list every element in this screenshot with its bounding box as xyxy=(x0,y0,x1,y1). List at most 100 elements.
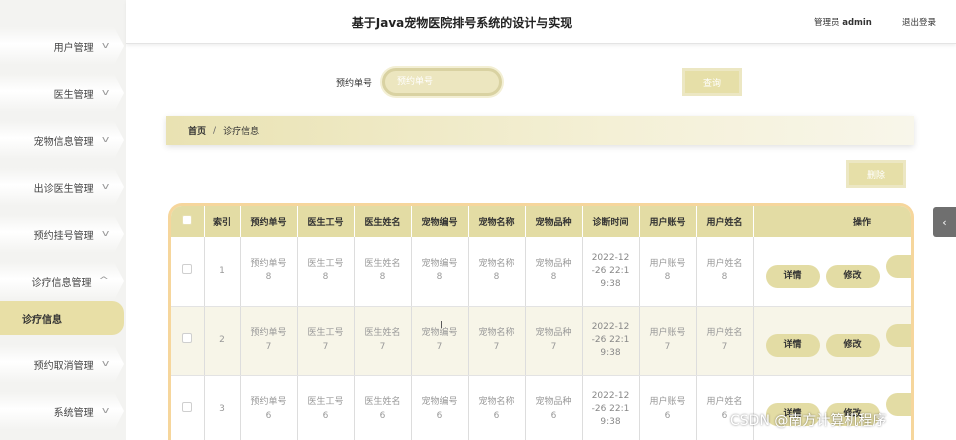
cell-line: 2022-12 xyxy=(591,390,630,401)
cell-line: 7 xyxy=(265,341,272,352)
sidebar-item-label: 出诊医生管理 xyxy=(33,183,94,195)
sidebar-item[interactable]: 用户管理 v xyxy=(0,27,124,65)
sidebar-item-label: 预约取消管理 xyxy=(33,360,94,372)
row-checkbox[interactable] xyxy=(182,401,193,412)
cell-line: 8 xyxy=(379,272,386,283)
text-cursor-icon: I xyxy=(440,320,443,331)
row-checkbox[interactable] xyxy=(182,263,193,274)
row-actions: 详情 修改 xyxy=(753,306,911,376)
logout-link[interactable]: 退出登录 xyxy=(902,16,936,28)
cell-line: 用户账号 xyxy=(649,328,686,339)
sidebar-item-label: 预约挂号管理 xyxy=(33,230,94,242)
cell-line: 宠物名称 xyxy=(478,397,515,408)
select-all-cell xyxy=(171,206,205,237)
cell-line: 2022-12 xyxy=(591,321,630,332)
column-header: 操作 xyxy=(753,206,911,237)
search-input[interactable] xyxy=(382,68,502,96)
watermark: CSDN @南方计算机程序 xyxy=(730,413,887,429)
sidebar-item[interactable]: 出诊医生管理 v xyxy=(0,168,124,206)
cell-line: 宠物编号 xyxy=(421,397,458,408)
cell-line: 7 xyxy=(379,341,386,352)
sidebar: 用户管理 v 医生管理 v 宠物信息管理 v 出诊医生管理 v 预约挂号管理 v 诊疗信息管理 ^ 预约… xyxy=(0,0,126,440)
table-cell: 医生姓名 7 xyxy=(354,306,412,376)
column-header: 宠物编号 xyxy=(411,206,469,237)
breadcrumb: 首页 / 诊疗信息 xyxy=(166,116,914,145)
edit-button[interactable]: 修改 xyxy=(825,264,880,288)
cell-line: -26 22:1 xyxy=(591,265,630,276)
delete-button[interactable]: 删除 xyxy=(846,160,906,188)
row-checkbox[interactable] xyxy=(182,332,193,343)
sidebar-item[interactable]: 医生管理 v xyxy=(0,74,124,112)
cell-line: 宠物名称 xyxy=(478,259,515,270)
table-cell: 宠物品种 7 xyxy=(525,306,583,376)
sidebar-item[interactable]: 预约取消管理 v xyxy=(0,345,124,383)
cell-line: -26 22:1 xyxy=(591,334,630,345)
table-cell: 预约单号 6 xyxy=(240,375,298,440)
cell-line: 宠物品种 xyxy=(535,259,572,270)
table-cell: 宠物名称 8 xyxy=(468,237,526,307)
cell-line: 2022-12 xyxy=(591,252,630,263)
cell-line: 医生姓名 xyxy=(364,259,401,270)
chevron-up-icon: ^ xyxy=(98,276,110,286)
cell-line: 6 xyxy=(550,410,557,421)
cell-line: 7 xyxy=(664,341,671,352)
records-table-container: 索引 预约单号 医生工号 医生姓名 宠物编号 宠物名称 宠物品种 诊断时间 用户账号 用户姓名 操作… xyxy=(168,203,914,440)
sidebar-item[interactable]: 系统管理 v xyxy=(0,392,124,430)
detail-button[interactable]: 详情 xyxy=(765,334,820,357)
edit-button[interactable]: 修改 xyxy=(825,334,880,357)
select-all-checkbox[interactable] xyxy=(182,215,193,225)
table-cell: 医生工号 6 xyxy=(297,375,355,440)
search-label: 预约单号 xyxy=(336,79,373,89)
row-select-cell xyxy=(171,306,205,376)
breadcrumb-separator: / xyxy=(213,125,217,136)
cell-line: 7 xyxy=(550,341,557,352)
cell-line: 用户账号 xyxy=(649,259,686,270)
cell-line: 宠物名称 xyxy=(478,328,515,339)
table-row: 2 预约单号 7 医生工号 7 医生姓名 7 宠物编号 7 宠物名称 7 宠物品种 7 2022-12 -2… xyxy=(171,306,911,376)
cell-line: 8 xyxy=(550,272,557,283)
table-cell: 用户姓名 8 xyxy=(696,237,754,307)
chevron-down-icon: v xyxy=(101,182,110,192)
table-cell: 预约单号 8 xyxy=(240,237,298,307)
cell-line: 医生工号 xyxy=(307,328,344,339)
top-header: 基于Java宠物医院排号系统的设计与实现 管理员 admin 退出登录 xyxy=(126,0,956,44)
sidebar-subitem-active[interactable]: 诊疗信息 xyxy=(0,301,124,335)
sidebar-item[interactable]: 宠物信息管理 v xyxy=(0,121,124,159)
more-action-button[interactable] xyxy=(885,393,911,416)
column-header: 宠物名称 xyxy=(468,206,526,237)
cell-line: 7 xyxy=(493,341,500,352)
more-action-button[interactable] xyxy=(885,324,911,347)
cell-line: 9:38 xyxy=(600,417,621,428)
cell-line: 9:38 xyxy=(600,278,621,289)
cell-line: 6 xyxy=(493,410,500,421)
query-button[interactable]: 查询 xyxy=(682,68,742,96)
table-cell: 宠物编号 6 xyxy=(411,375,469,440)
cell-line: 8 xyxy=(436,272,443,283)
table-cell: 医生姓名 8 xyxy=(354,237,412,307)
more-action-button[interactable] xyxy=(885,254,911,278)
cell-line: 用户账号 xyxy=(649,397,686,408)
sidebar-item-label: 系统管理 xyxy=(53,407,94,419)
detail-button[interactable]: 详情 xyxy=(765,264,820,288)
table-cell: 医生姓名 6 xyxy=(354,375,412,440)
sidebar-item-label: 医生管理 xyxy=(53,89,94,101)
cell-line: 8 xyxy=(664,272,671,283)
column-header: 医生工号 xyxy=(297,206,355,237)
row-actions: 详情 修改 xyxy=(753,375,911,440)
table-cell: 预约单号 7 xyxy=(240,306,298,376)
sidebar-item[interactable]: 预约挂号管理 v xyxy=(0,215,124,253)
side-panel-toggle[interactable]: ‹ xyxy=(933,207,956,237)
role-label: 管理员 xyxy=(814,18,840,28)
row-select-cell xyxy=(171,375,205,440)
table-cell: 用户账号 7 xyxy=(639,306,697,376)
chevron-down-icon: v xyxy=(101,359,110,369)
table-cell: 宠物品种 8 xyxy=(525,237,583,307)
sidebar-item[interactable]: 诊疗信息管理 ^ xyxy=(0,262,124,300)
cell-line: 8 xyxy=(322,272,329,283)
row-index: 2 xyxy=(204,306,241,376)
cell-line: 宠物品种 xyxy=(535,397,572,408)
sidebar-item-label: 诊疗信息管理 xyxy=(31,277,92,289)
row-index: 1 xyxy=(204,237,241,307)
breadcrumb-home[interactable]: 首页 xyxy=(188,124,206,137)
cell-line: 宠物编号 xyxy=(421,259,458,270)
